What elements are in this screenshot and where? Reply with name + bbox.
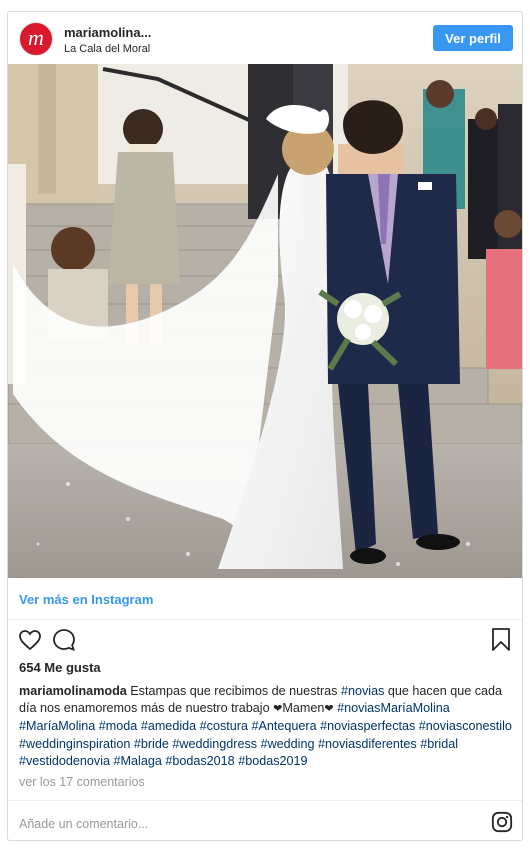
caption-text-fragment: Mamen — [282, 701, 325, 716]
hashtag-link[interactable]: #noviasperfectas — [320, 719, 415, 733]
action-bar — [8, 624, 522, 656]
avatar-logo: m — [28, 25, 44, 50]
hashtag-link[interactable]: #bodas2018 — [165, 754, 234, 768]
add-comment-input[interactable]: Añade un comentario... — [19, 817, 148, 831]
hashtag-link[interactable]: #Antequera — [251, 719, 316, 733]
view-profile-button[interactable]: Ver perfil — [433, 25, 513, 51]
post-header: m mariamolina... La Cala del Moral Ver p… — [8, 12, 522, 66]
view-more-bar: Ver más en Instagram — [8, 578, 522, 620]
hashtag-link[interactable]: #vestidodenovia — [19, 754, 110, 768]
hashtag-link[interactable]: #MaríaMolina — [19, 719, 95, 733]
heart-emoji-icon: ❤ — [273, 703, 283, 716]
hashtag-link[interactable]: #weddingdress — [172, 737, 257, 751]
location[interactable]: La Cala del Moral — [64, 43, 150, 55]
instagram-embed-card: m mariamolina... La Cala del Moral Ver p… — [7, 11, 523, 841]
username[interactable]: mariamolina... — [64, 25, 151, 40]
heart-emoji-icon: ❤ — [324, 703, 334, 716]
hashtag-link[interactable]: #Malaga — [114, 754, 162, 768]
hashtag-link[interactable]: #noviasMaríaMolina — [337, 701, 450, 715]
post-caption: mariamolinamoda Estampas que recibimos d… — [19, 683, 513, 770]
heart-icon[interactable] — [18, 628, 42, 652]
hashtag-link[interactable]: #costura — [200, 719, 248, 733]
caption-username[interactable]: mariamolinamoda — [19, 684, 127, 698]
view-on-instagram-link[interactable]: Ver más en Instagram — [19, 592, 153, 607]
likes-count[interactable]: 654 Me gusta — [19, 660, 101, 675]
avatar[interactable]: m — [19, 22, 53, 56]
view-comments-link[interactable]: ver los 17 comentarios — [19, 775, 145, 789]
hashtag-link[interactable]: #weddinginspiration — [19, 737, 130, 751]
comment-icon[interactable] — [52, 628, 76, 652]
hashtag-link[interactable]: #novias — [341, 684, 384, 698]
bookmark-icon[interactable] — [490, 627, 512, 653]
hashtag-link[interactable]: #noviasconestilo — [419, 719, 512, 733]
hashtag-link[interactable]: #bodas2019 — [238, 754, 307, 768]
post-image[interactable] — [8, 64, 522, 578]
caption-text-fragment: Estampas que recibimos de nuestras — [130, 684, 341, 698]
instagram-icon[interactable] — [491, 811, 513, 833]
hashtag-link[interactable]: #wedding — [261, 737, 315, 751]
hashtag-link[interactable]: #moda — [99, 719, 138, 733]
hashtag-link[interactable]: #bridal — [420, 737, 458, 751]
hashtag-link[interactable]: #bride — [134, 737, 169, 751]
hashtag-link[interactable]: #noviasdiferentes — [318, 737, 417, 751]
hashtag-link[interactable]: #amedida — [141, 719, 196, 733]
add-comment-bar: Añade un comentario... — [8, 800, 522, 842]
